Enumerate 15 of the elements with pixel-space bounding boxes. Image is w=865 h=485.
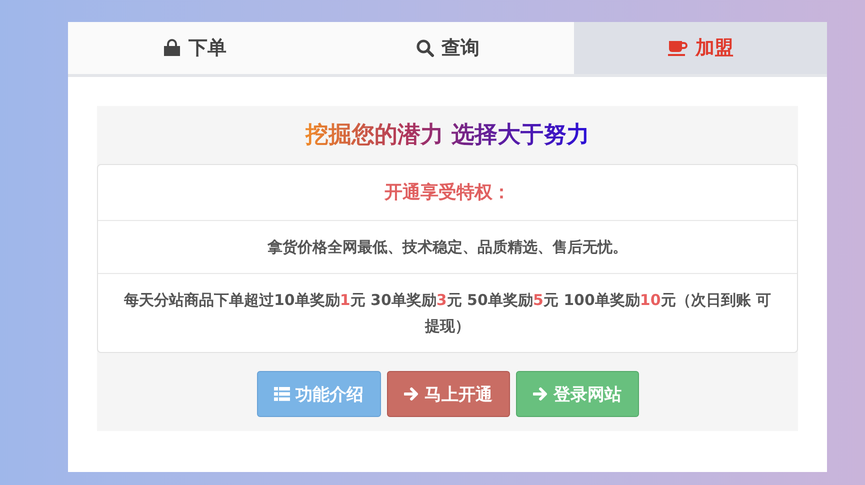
arrow-right-icon xyxy=(532,387,548,401)
arrow-right-icon xyxy=(404,387,418,401)
shopping-bag-icon xyxy=(162,39,180,57)
features-button[interactable]: 功能介绍 xyxy=(256,371,380,417)
privileges-title: 开通享受特权： xyxy=(98,165,797,221)
tab[interactable]: 查询 xyxy=(321,22,574,74)
login-button[interactable]: 登录网站 xyxy=(516,371,638,417)
tab[interactable]: 下单 xyxy=(68,22,321,74)
open-now-button[interactable]: 马上开通 xyxy=(386,371,510,417)
privilege-text: 拿货价格全网最低、技术稳定、品质精选、售后无忧。 xyxy=(98,221,797,274)
tab[interactable]: 加盟 xyxy=(574,22,827,74)
privilege-text: 每天分站商品下单超过10单奖励1元 30单奖励3元 50单奖励5元 100单奖励10元（次日到账 可提现） xyxy=(122,290,772,337)
coffee-cup-icon xyxy=(668,40,688,56)
search-icon xyxy=(416,39,434,57)
list-icon xyxy=(274,387,290,401)
